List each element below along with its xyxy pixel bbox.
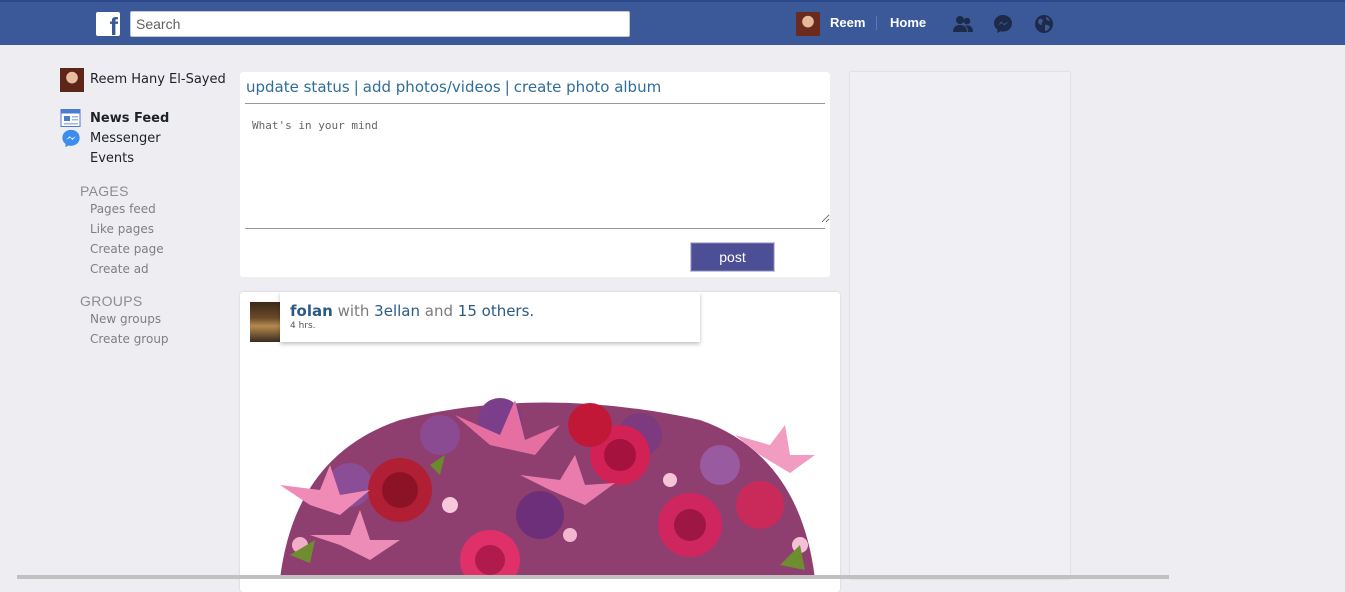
sidebar-link-like-pages[interactable]: Like pages [90,222,154,236]
tab-add-photos-videos[interactable]: add photos/videos [363,78,501,96]
post-others-link[interactable]: 15 others. [458,302,534,320]
sidebar-link-create-page[interactable]: Create page [90,242,164,256]
right-sidebar [850,72,1070,579]
status-textarea[interactable] [245,105,830,223]
sidebar-link-create-group[interactable]: Create group [90,332,169,346]
globe-icon[interactable] [1033,13,1055,35]
sidebar-item-label[interactable]: Messenger [90,131,161,146]
pages-section-title: PAGES [80,183,129,199]
post-author-avatar[interactable] [250,302,280,342]
avatar[interactable] [60,68,84,92]
tab-create-photo-album[interactable]: create photo album [514,78,661,96]
friends-icon[interactable] [952,13,974,35]
sidebar-item-label[interactable]: News Feed [90,111,169,126]
post-image-flower-bouquet[interactable] [240,395,840,579]
post-header-line: folan with 3ellan and 15 others. [290,302,534,320]
tab-separator: | [504,78,510,96]
sidebar-link-create-ad[interactable]: Create ad [90,262,149,276]
post-and-text: and [424,302,453,320]
sidebar-item-label[interactable]: Events [90,151,134,166]
post-header: folan with 3ellan and 15 others. 4 hrs. [280,292,700,342]
sidebar-user-name[interactable]: Reem Hany El-Sayed [90,72,226,87]
divider [876,16,877,30]
post-button[interactable]: post [691,243,774,271]
tab-update-status[interactable]: update status [246,78,350,96]
sidebar-link-new-groups[interactable]: New groups [90,312,161,326]
post-with-text: with [337,302,370,320]
divider [245,103,825,104]
search-box[interactable] [130,11,630,37]
divider [245,228,825,229]
sidebar-link-pages-feed[interactable]: Pages feed [90,202,156,216]
home-link[interactable]: Home [890,15,926,30]
status-composer: update status | add photos/videos | create p… [240,72,830,277]
messenger-icon [60,129,82,149]
post-author-link[interactable]: folan [290,302,333,320]
post-tagged-link[interactable]: 3ellan [374,302,420,320]
horizontal-scrollbar[interactable] [17,575,1169,579]
composer-tabs: update status | add photos/videos | create p… [246,78,661,96]
search-input[interactable] [136,13,616,35]
messenger-icon[interactable] [992,13,1014,35]
facebook-logo-icon[interactable]: f [96,12,120,36]
tab-separator: | [353,78,359,96]
user-avatar[interactable] [796,12,820,36]
post-timestamp[interactable]: 4 hrs. [290,321,316,331]
top-navigation-bar: f Reem Home [0,0,1345,45]
news-feed-icon [60,109,82,129]
groups-section-title: GROUPS [80,293,143,309]
profile-link[interactable]: Reem [830,15,865,30]
